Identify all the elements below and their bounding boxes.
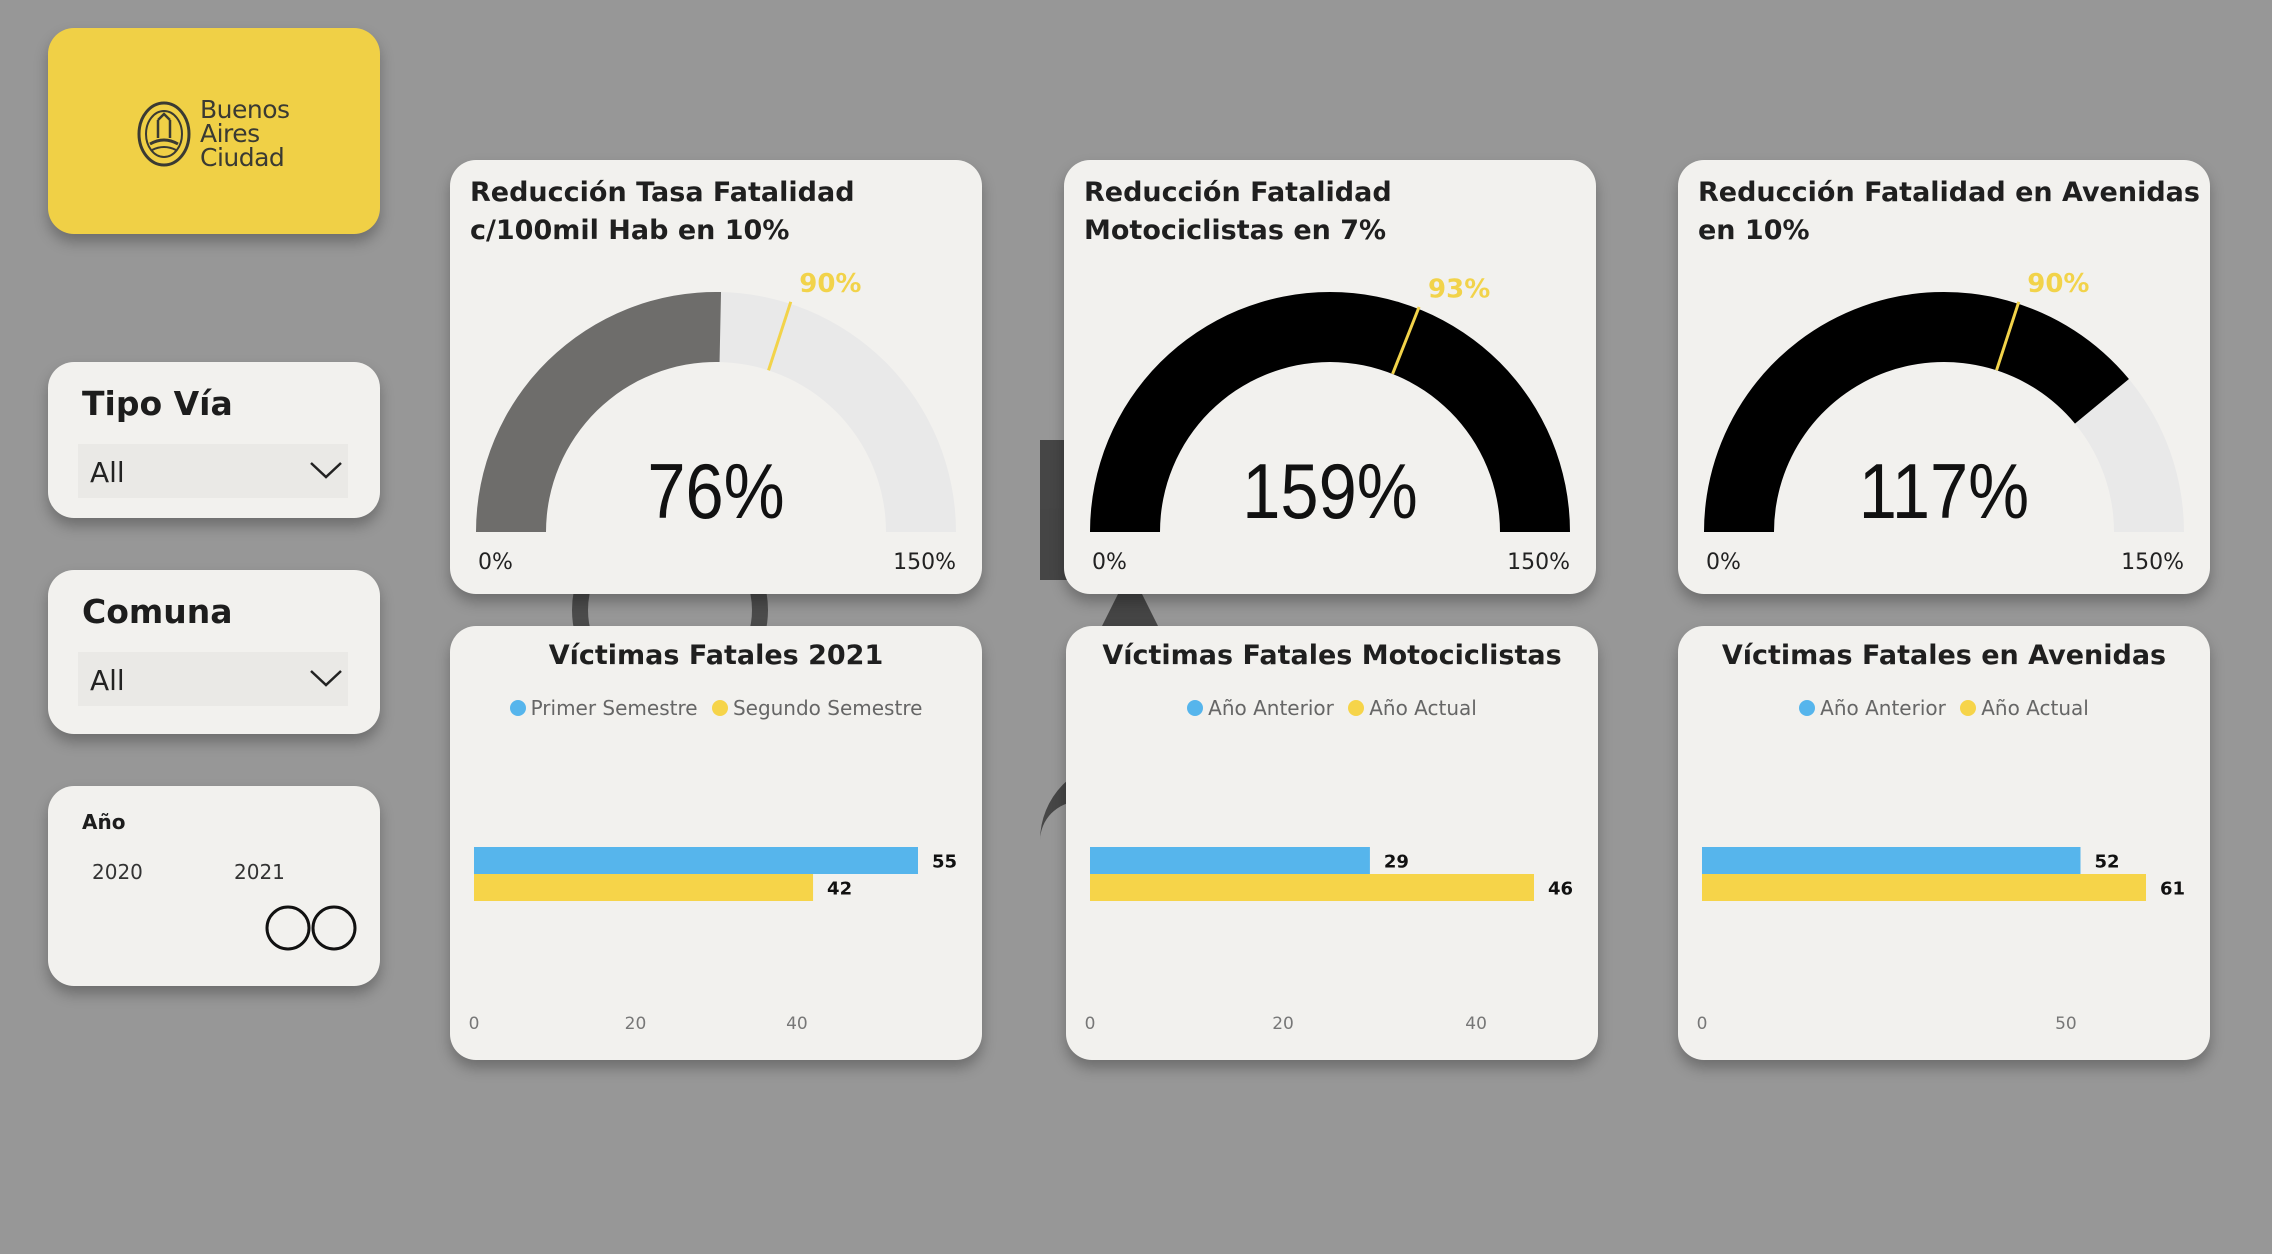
bar-chart: 29 46 0 20 40 bbox=[1085, 847, 1573, 1034]
bar-data-label: 61 bbox=[2160, 879, 2185, 900]
gauge-max-label: 150% bbox=[2121, 550, 2184, 575]
anio-label: Año bbox=[82, 810, 126, 834]
gauge-target-label: 90% bbox=[799, 269, 861, 299]
gauge-chart: 90% 117% 0% 150% bbox=[1704, 269, 2184, 575]
gauge-target-label: 93% bbox=[1428, 275, 1490, 305]
comuna-value: All bbox=[90, 664, 125, 697]
gauge-target-label: 90% bbox=[2027, 269, 2089, 299]
logo-wordmark: Buenos Aires Ciudad bbox=[200, 97, 290, 172]
gauge-value-label: 76% bbox=[647, 447, 784, 535]
range-handle-start bbox=[265, 905, 311, 951]
gauge-max-label: 150% bbox=[893, 550, 956, 575]
bar[interactable] bbox=[474, 847, 918, 874]
tipo-via-slicer: Tipo Vía All bbox=[48, 362, 380, 518]
anio-start-label: 2020 bbox=[92, 860, 143, 884]
tipo-via-value: All bbox=[90, 456, 125, 489]
gauge-min-label: 0% bbox=[1706, 550, 1741, 575]
bar-chart: 55 42 0 20 40 bbox=[469, 847, 957, 1034]
comuna-dropdown[interactable]: All bbox=[78, 652, 348, 706]
bar[interactable] bbox=[1090, 874, 1534, 901]
logo-line-3: Ciudad bbox=[200, 143, 285, 172]
bar-chart: 52 61 0 50 bbox=[1697, 847, 2185, 1034]
range-slider[interactable] bbox=[264, 902, 360, 954]
bar-data-label: 52 bbox=[2094, 852, 2119, 873]
gauge-chart: 93% 159% 0% 150% bbox=[1090, 275, 1570, 575]
gauge-value-label: 117% bbox=[1859, 447, 2029, 535]
x-tick-label: 20 bbox=[625, 1014, 647, 1034]
bar-data-label: 55 bbox=[932, 852, 957, 873]
bar-chart-card: Víctimas Fatales en Avenidas Año Anterio… bbox=[1678, 626, 2210, 1060]
gauge-value-label: 159% bbox=[1242, 447, 1418, 535]
x-tick-label: 0 bbox=[1697, 1014, 1708, 1034]
bar[interactable] bbox=[1702, 847, 2081, 874]
range-handle-end bbox=[311, 905, 357, 951]
x-tick-label: 40 bbox=[786, 1014, 808, 1034]
x-tick-label: 50 bbox=[2055, 1014, 2077, 1034]
bar[interactable] bbox=[1090, 847, 1370, 874]
gauge-card: Reducción Fatalidad Motociclistas en 7% … bbox=[1064, 160, 1596, 594]
x-tick-label: 20 bbox=[1272, 1014, 1294, 1034]
anio-end-label: 2021 bbox=[234, 860, 285, 884]
bar[interactable] bbox=[1702, 874, 2146, 901]
logo-card: Buenos Aires Ciudad bbox=[48, 28, 380, 234]
tipo-via-dropdown[interactable]: All bbox=[78, 444, 348, 498]
city-seal-icon bbox=[137, 101, 191, 167]
gauge-chart: 90% 76% 0% 150% bbox=[476, 269, 956, 575]
bar-data-label: 29 bbox=[1384, 852, 1409, 873]
bar-data-label: 42 bbox=[827, 879, 852, 900]
tipo-via-label: Tipo Vía bbox=[82, 384, 233, 423]
gauge-max-label: 150% bbox=[1507, 550, 1570, 575]
comuna-slicer: Comuna All bbox=[48, 570, 380, 734]
x-tick-label: 40 bbox=[1465, 1014, 1487, 1034]
bar-chart-card: Víctimas Fatales Motociclistas Año Anter… bbox=[1066, 626, 1598, 1060]
anio-slicer: Año 2020 2021 bbox=[48, 786, 380, 986]
x-tick-label: 0 bbox=[1085, 1014, 1096, 1034]
bar-data-label: 46 bbox=[1548, 879, 1573, 900]
chevron-down-icon bbox=[310, 462, 342, 479]
bar-chart-card: Víctimas Fatales 2021 Primer Semestre Se… bbox=[450, 626, 982, 1060]
gauge-min-label: 0% bbox=[478, 550, 513, 575]
gauge-card: Reducción Tasa Fatalidad c/100mil Hab en… bbox=[450, 160, 982, 594]
chevron-down-icon bbox=[310, 670, 342, 687]
gauge-card: Reducción Fatalidad en Avenidas en 10% 9… bbox=[1678, 160, 2210, 594]
bar[interactable] bbox=[474, 874, 814, 901]
x-tick-label: 0 bbox=[469, 1014, 480, 1034]
comuna-label: Comuna bbox=[82, 592, 233, 631]
gauge-min-label: 0% bbox=[1092, 550, 1127, 575]
